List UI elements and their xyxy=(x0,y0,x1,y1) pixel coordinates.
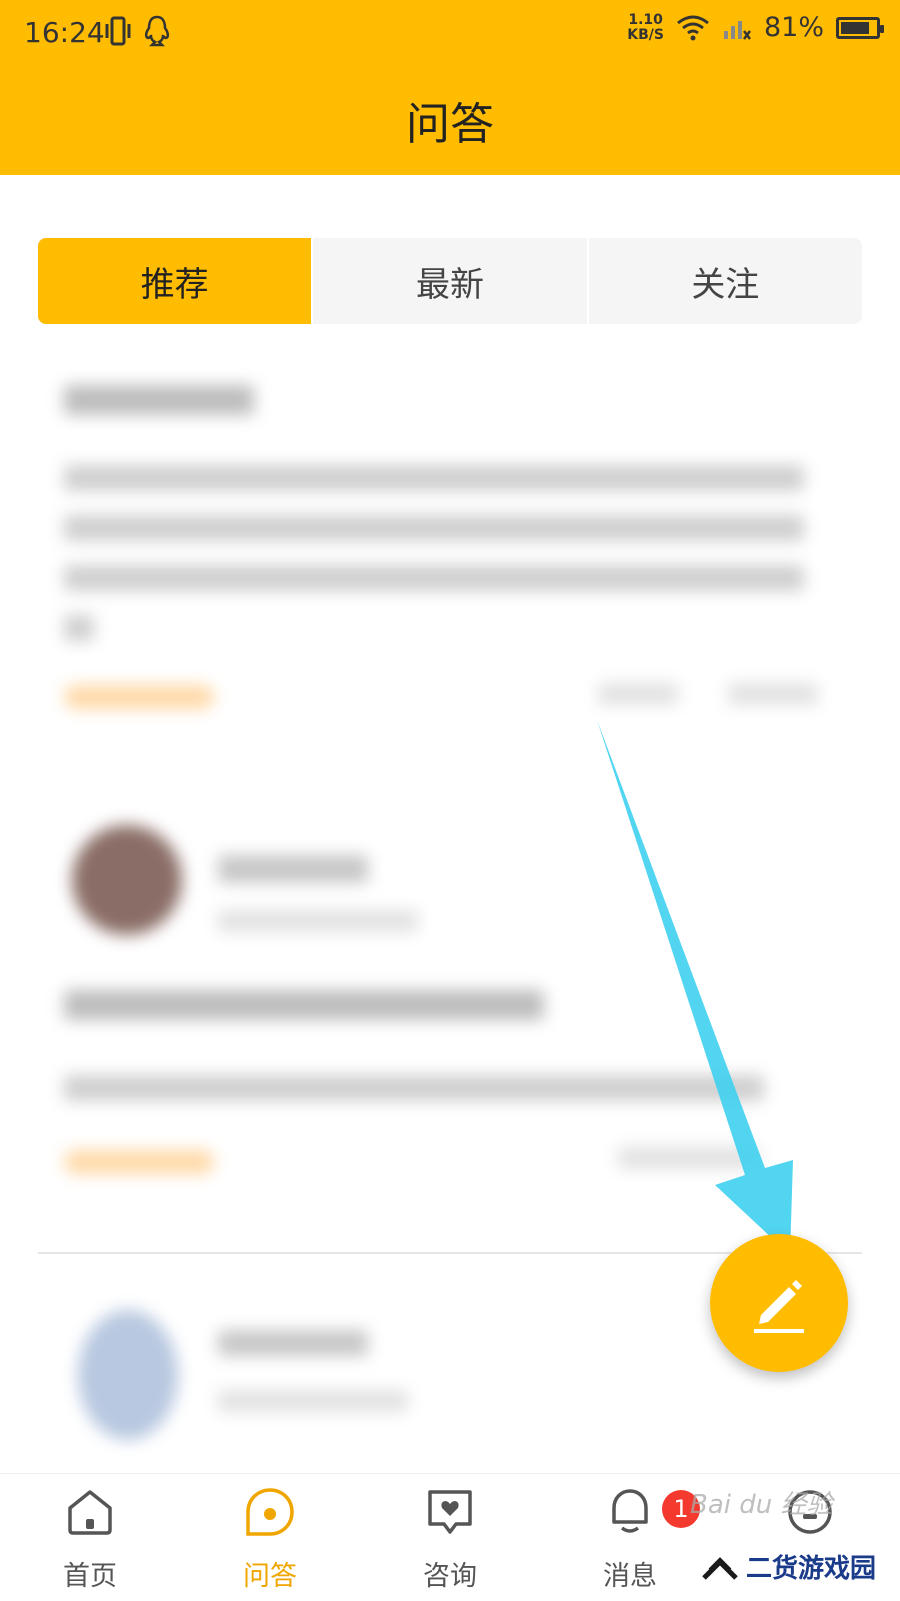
nav-consult[interactable]: 咨询 xyxy=(360,1474,540,1601)
home-icon xyxy=(68,1490,112,1535)
brand-logo: 二货游戏园 xyxy=(700,1548,876,1585)
nav-home[interactable]: 首页 xyxy=(0,1474,180,1601)
tab-latest[interactable]: 最新 xyxy=(311,238,586,324)
feed-card[interactable] xyxy=(38,345,862,745)
watermark-text: Bai du 经验 xyxy=(690,1490,833,1520)
chevron-up-icon xyxy=(702,1556,738,1580)
write-question-button[interactable] xyxy=(710,1234,848,1372)
status-right: 1.10 KB/S 81% xyxy=(627,11,884,43)
nav-qa[interactable]: 问答 xyxy=(180,1474,360,1601)
net-speed: 1.10 KB/S xyxy=(627,11,664,43)
status-time: 16:24 xyxy=(24,16,105,49)
bell-icon xyxy=(612,1489,648,1533)
card-title-placeholder xyxy=(64,385,254,415)
card-text-placeholder xyxy=(64,515,804,541)
vibrate-icon xyxy=(105,16,131,46)
card-text-placeholder xyxy=(64,565,804,591)
status-left-icons xyxy=(104,14,172,48)
card-title-placeholder xyxy=(64,990,544,1020)
author-meta-placeholder xyxy=(218,1390,408,1412)
tab-bar: 推荐 最新 关注 xyxy=(38,238,862,324)
card-meta-placeholder xyxy=(728,683,818,705)
nav-qa-label: 问答 xyxy=(243,1561,297,1592)
pencil-icon xyxy=(754,1280,804,1333)
feed-card[interactable] xyxy=(38,785,862,1255)
consult-icon xyxy=(428,1490,472,1534)
author-name-placeholder xyxy=(218,1330,368,1356)
qa-icon xyxy=(246,1488,294,1536)
nav-home-label: 首页 xyxy=(63,1561,117,1592)
card-text-placeholder xyxy=(64,615,94,641)
wifi-icon xyxy=(677,15,709,40)
card-meta-placeholder xyxy=(598,683,678,705)
avatar xyxy=(72,825,182,935)
signal-icon xyxy=(723,20,751,40)
nav-messages-label: 消息 xyxy=(603,1561,657,1592)
card-meta-placeholder xyxy=(618,1147,758,1169)
battery-percent: 81% xyxy=(763,12,824,43)
card-text-placeholder xyxy=(64,1075,764,1101)
brand-name: 二货游戏园 xyxy=(746,1554,877,1584)
battery-icon xyxy=(836,16,884,39)
card-text-placeholder xyxy=(64,465,804,491)
qq-icon xyxy=(144,15,170,47)
avatar xyxy=(78,1310,178,1440)
page-title: 问答 xyxy=(406,99,494,150)
tab-recommended[interactable]: 推荐 xyxy=(38,238,312,324)
app-header: 16:24 1.10 KB/S 81% 问答 xyxy=(0,0,900,175)
battery-fill xyxy=(841,21,869,34)
card-tag-placeholder xyxy=(64,685,214,709)
net-speed-unit: KB/S xyxy=(627,26,664,43)
author-meta-placeholder xyxy=(218,910,418,932)
author-name-placeholder xyxy=(218,855,368,883)
nav-consult-label: 咨询 xyxy=(423,1561,477,1592)
tab-following[interactable]: 关注 xyxy=(586,238,862,324)
card-tag-placeholder xyxy=(64,1150,214,1174)
net-speed-value: 1.10 xyxy=(628,11,663,28)
